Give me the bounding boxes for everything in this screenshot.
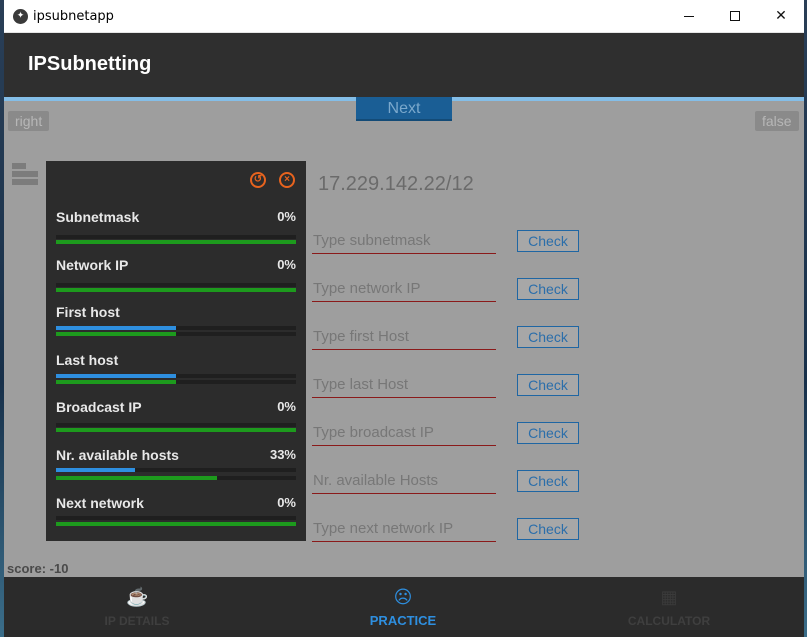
progress-track bbox=[56, 468, 296, 472]
stat-network-ip: Network IP 0% bbox=[56, 257, 296, 301]
available-hosts-input[interactable]: Nr. available Hosts bbox=[312, 468, 496, 494]
progress-blue bbox=[56, 468, 136, 472]
network-ip-input[interactable]: Type network IP bbox=[312, 276, 496, 302]
tab-ip-details[interactable]: ☕ IP DETAILS bbox=[4, 577, 270, 637]
stat-label: Nr. available hosts bbox=[56, 447, 179, 463]
next-button[interactable]: Next bbox=[356, 97, 452, 121]
progress-blue bbox=[56, 326, 176, 330]
answer-row-first-host: Type first Host Check bbox=[312, 324, 582, 350]
check-next-network-button[interactable]: Check bbox=[517, 518, 579, 540]
close-window-button[interactable]: ✕ bbox=[758, 0, 804, 33]
progress-green bbox=[56, 522, 296, 526]
progress-green bbox=[56, 332, 176, 336]
maximize-icon bbox=[730, 11, 740, 21]
answer-row-last-host: Type last Host Check bbox=[312, 372, 582, 398]
check-first-host-button[interactable]: Check bbox=[517, 326, 579, 348]
app-title: IPSubnetting bbox=[28, 53, 152, 75]
close-icon: ✕ bbox=[775, 8, 787, 24]
stats-toggle-icon[interactable] bbox=[12, 161, 40, 189]
window-title: ipsubnetapp bbox=[33, 9, 114, 24]
subnetmask-input[interactable]: Type subnetmask bbox=[312, 228, 496, 254]
progress-track bbox=[56, 235, 296, 239]
score-label: score: -10 bbox=[7, 561, 69, 576]
stats-panel: ↺ × Subnetmask 0% Network IP 0% First ho… bbox=[46, 161, 306, 541]
stat-next-network: Next network 0% bbox=[56, 495, 296, 539]
stat-percent: 0% bbox=[277, 495, 296, 510]
stat-percent: 0% bbox=[277, 257, 296, 272]
minimize-button[interactable] bbox=[666, 0, 712, 33]
stat-label: Network IP bbox=[56, 257, 129, 273]
tab-calculator[interactable]: ▦ CALCULATOR bbox=[536, 577, 802, 637]
progress-green bbox=[56, 240, 296, 244]
stat-label: First host bbox=[56, 304, 120, 320]
check-broadcast-button[interactable]: Check bbox=[517, 422, 579, 444]
answer-row-available-hosts: Nr. available Hosts Check bbox=[312, 468, 582, 494]
next-network-input[interactable]: Type next network IP bbox=[312, 516, 496, 542]
calculator-icon: ▦ bbox=[660, 587, 678, 607]
question-ip: 17.229.142.22/12 bbox=[318, 173, 474, 195]
app-header: IPSubnetting bbox=[4, 33, 804, 97]
stat-subnetmask: Subnetmask 0% bbox=[56, 209, 296, 253]
bottom-navigation: ☕ IP DETAILS ☹ PRACTICE ▦ CALCULATOR bbox=[4, 577, 804, 637]
progress-track bbox=[56, 380, 296, 384]
stat-percent: 0% bbox=[277, 399, 296, 414]
stat-broadcast-ip: Broadcast IP 0% bbox=[56, 399, 296, 443]
progress-track bbox=[56, 428, 296, 432]
minimize-icon bbox=[684, 15, 694, 17]
title-bar: ✦ ipsubnetapp ✕ bbox=[4, 0, 804, 33]
stat-percent: 33% bbox=[269, 447, 296, 462]
check-network-button[interactable]: Check bbox=[517, 278, 579, 300]
check-subnetmask-button[interactable]: Check bbox=[517, 230, 579, 252]
first-host-input[interactable]: Type first Host bbox=[312, 324, 496, 350]
tab-label: IP DETAILS bbox=[104, 614, 170, 628]
sad-face-icon: ☹ bbox=[393, 587, 413, 607]
progress-track bbox=[56, 283, 296, 287]
tab-practice[interactable]: ☹ PRACTICE bbox=[270, 577, 536, 637]
progress-green bbox=[56, 380, 176, 384]
progress-track bbox=[56, 522, 296, 526]
answer-row-broadcast: Type broadcast IP Check bbox=[312, 420, 582, 446]
stat-label: Last host bbox=[56, 352, 119, 368]
check-last-host-button[interactable]: Check bbox=[517, 374, 579, 396]
progress-track bbox=[56, 516, 296, 520]
progress-track bbox=[56, 374, 296, 378]
right-counter: right bbox=[8, 111, 50, 131]
stat-last-host: Last host bbox=[56, 352, 296, 396]
stat-available-hosts: Nr. available hosts 33% bbox=[56, 447, 296, 491]
stat-label: Broadcast IP bbox=[56, 399, 142, 415]
progress-track bbox=[56, 332, 296, 336]
progress-blue bbox=[56, 374, 176, 378]
progress-green bbox=[56, 476, 217, 480]
kivy-app-icon: ✦ bbox=[13, 9, 28, 24]
progress-green bbox=[56, 428, 296, 432]
answer-row-network: Type network IP Check bbox=[312, 276, 582, 302]
progress-green bbox=[56, 288, 296, 292]
answer-row-subnetmask: Type subnetmask Check bbox=[312, 228, 582, 254]
check-available-hosts-button[interactable]: Check bbox=[517, 470, 579, 492]
maximize-button[interactable] bbox=[712, 0, 758, 33]
answer-row-next-network: Type next network IP Check bbox=[312, 516, 582, 542]
stat-percent: 0% bbox=[277, 209, 296, 224]
false-counter: false bbox=[755, 111, 799, 131]
tab-label: PRACTICE bbox=[369, 613, 437, 628]
progress-track bbox=[56, 476, 296, 480]
close-circle-icon[interactable]: × bbox=[279, 172, 295, 188]
stat-label: Next network bbox=[56, 495, 144, 511]
app-window: ✦ ipsubnetapp ✕ IPSubnetting right Next … bbox=[4, 0, 804, 637]
stat-label: Subnetmask bbox=[56, 209, 140, 225]
progress-track bbox=[56, 288, 296, 292]
tab-label: CALCULATOR bbox=[627, 614, 711, 628]
coffee-icon: ☕ bbox=[126, 587, 149, 607]
broadcast-ip-input[interactable]: Type broadcast IP bbox=[312, 420, 496, 446]
history-icon[interactable]: ↺ bbox=[250, 172, 266, 188]
last-host-input[interactable]: Type last Host bbox=[312, 372, 496, 398]
progress-track bbox=[56, 326, 296, 330]
stat-first-host: First host bbox=[56, 304, 296, 348]
progress-track bbox=[56, 423, 296, 427]
progress-track bbox=[56, 240, 296, 244]
